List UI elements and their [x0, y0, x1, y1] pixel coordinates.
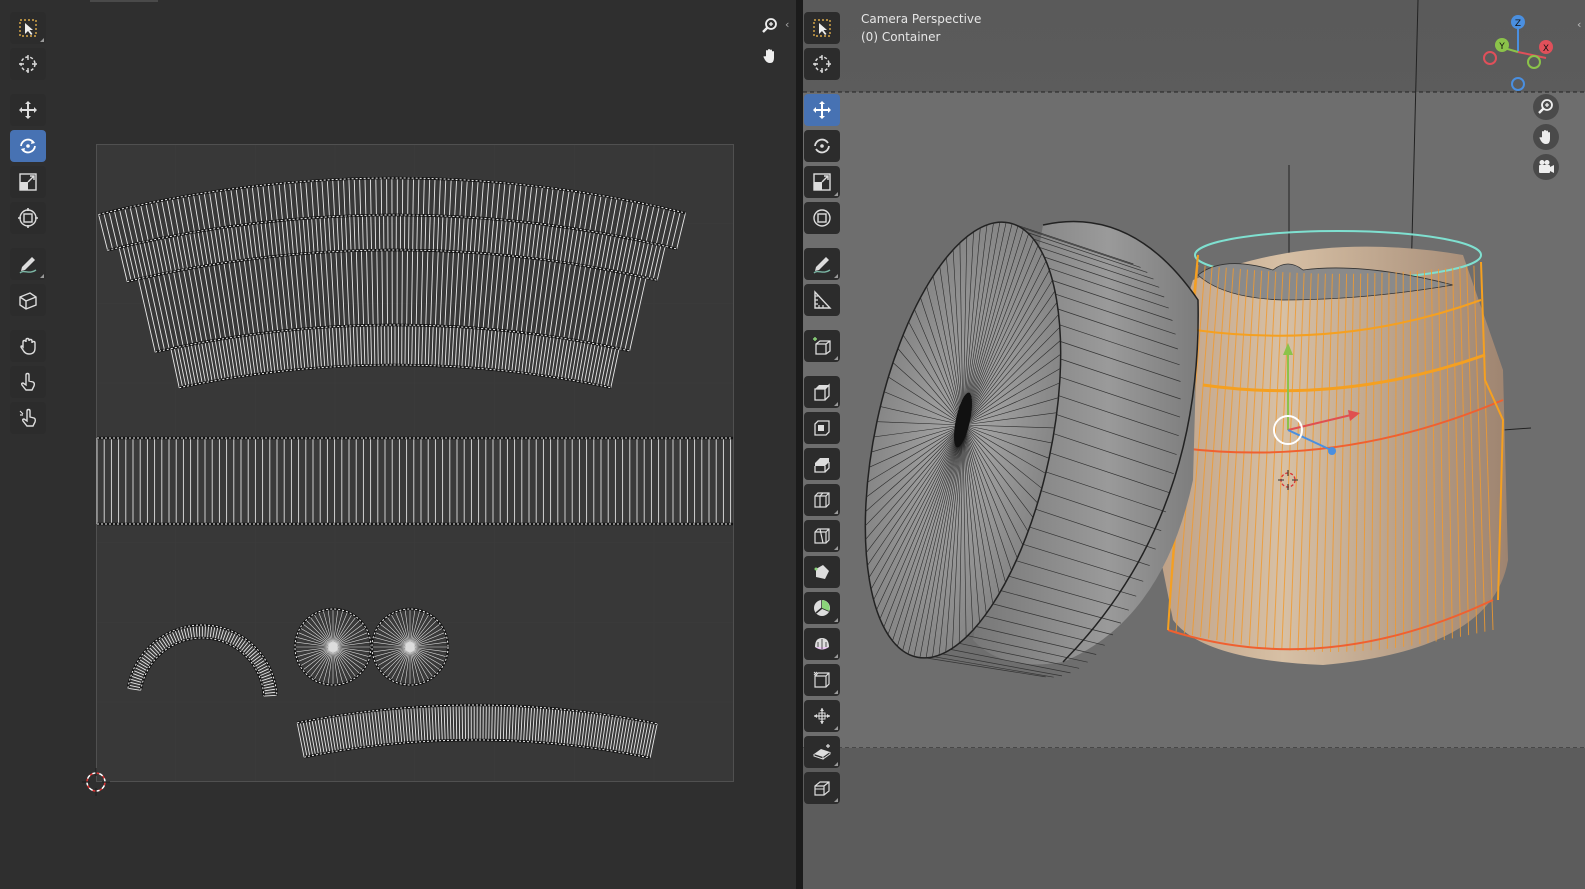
- collapse-arrow-icon[interactable]: ‹: [1577, 18, 1581, 31]
- poly-build-icon: [814, 565, 829, 579]
- gizmo-z-label: Z: [1515, 19, 1521, 29]
- gizmo-x-label: X: [1543, 44, 1549, 54]
- bevel-icon: [814, 458, 830, 473]
- gizmo-y-label: Y: [1498, 42, 1505, 52]
- loop-cut-tool[interactable]: [804, 484, 840, 516]
- navigation-gizmo[interactable]: Z X Y: [1480, 10, 1576, 100]
- spin-tool[interactable]: [804, 592, 840, 624]
- extrude-icon: [814, 383, 830, 401]
- inset-icon: [814, 420, 830, 436]
- bevel-tool[interactable]: [804, 448, 840, 480]
- smooth-icon: [815, 638, 829, 650]
- rip-tool[interactable]: [804, 772, 840, 804]
- rotate-tool[interactable]: [804, 130, 840, 162]
- viewport-toolbar: [804, 12, 840, 804]
- transform-tool[interactable]: [804, 202, 840, 234]
- move-tool[interactable]: [804, 94, 840, 126]
- spin-icon: [814, 600, 830, 616]
- shear-icon: [813, 744, 831, 760]
- shrink-fatten-icon: [814, 708, 830, 724]
- area-divider[interactable]: [796, 0, 803, 889]
- poly-build-tool[interactable]: [804, 556, 840, 588]
- annotate-icon: [813, 257, 831, 274]
- viewport-object-label: (0) Container: [861, 30, 941, 44]
- zoom-icon: [1538, 99, 1553, 114]
- smooth-tool[interactable]: [804, 628, 840, 660]
- add-cube-tool[interactable]: [804, 330, 840, 362]
- cursor-icon: [813, 55, 831, 73]
- zoom-button[interactable]: [1533, 94, 1559, 120]
- camera-icon: [1539, 160, 1554, 173]
- scale-icon: [813, 173, 831, 191]
- edge-slide-tool[interactable]: [804, 664, 840, 696]
- uv-canvas[interactable]: [0, 0, 796, 889]
- measure-icon: [814, 290, 832, 309]
- rotate-icon: [814, 138, 830, 154]
- hand-icon: [1539, 130, 1550, 144]
- rip-icon: [814, 781, 830, 796]
- knife-tool[interactable]: [804, 520, 840, 552]
- 3d-viewport[interactable]: Camera Perspective (0) Container Z X Y ‹: [803, 0, 1585, 889]
- transform-icon: [813, 209, 831, 227]
- cursor-tool[interactable]: [804, 48, 840, 80]
- loop-cut-icon: [814, 492, 830, 508]
- scale-tool[interactable]: [804, 166, 840, 198]
- edge-slide-icon: [813, 671, 830, 688]
- extrude-tool[interactable]: [804, 376, 840, 408]
- move-icon: [813, 101, 831, 119]
- shear-tool[interactable]: [804, 736, 840, 768]
- uv-editor[interactable]: ‹: [0, 0, 796, 889]
- pan-button[interactable]: [1533, 124, 1559, 150]
- measure-tool[interactable]: [804, 284, 840, 316]
- annotate-tool[interactable]: [804, 248, 840, 280]
- knife-icon: [814, 528, 830, 544]
- viewport-canvas: [803, 0, 1585, 889]
- camera-view-button[interactable]: [1533, 154, 1559, 180]
- viewport-camera-label: Camera Perspective: [861, 12, 982, 26]
- inset-tool[interactable]: [804, 412, 840, 444]
- select-box-tool[interactable]: [804, 12, 840, 44]
- shrink-fatten-tool[interactable]: [804, 700, 840, 732]
- add-cube-icon: [813, 337, 831, 355]
- select-box-icon: [813, 19, 831, 37]
